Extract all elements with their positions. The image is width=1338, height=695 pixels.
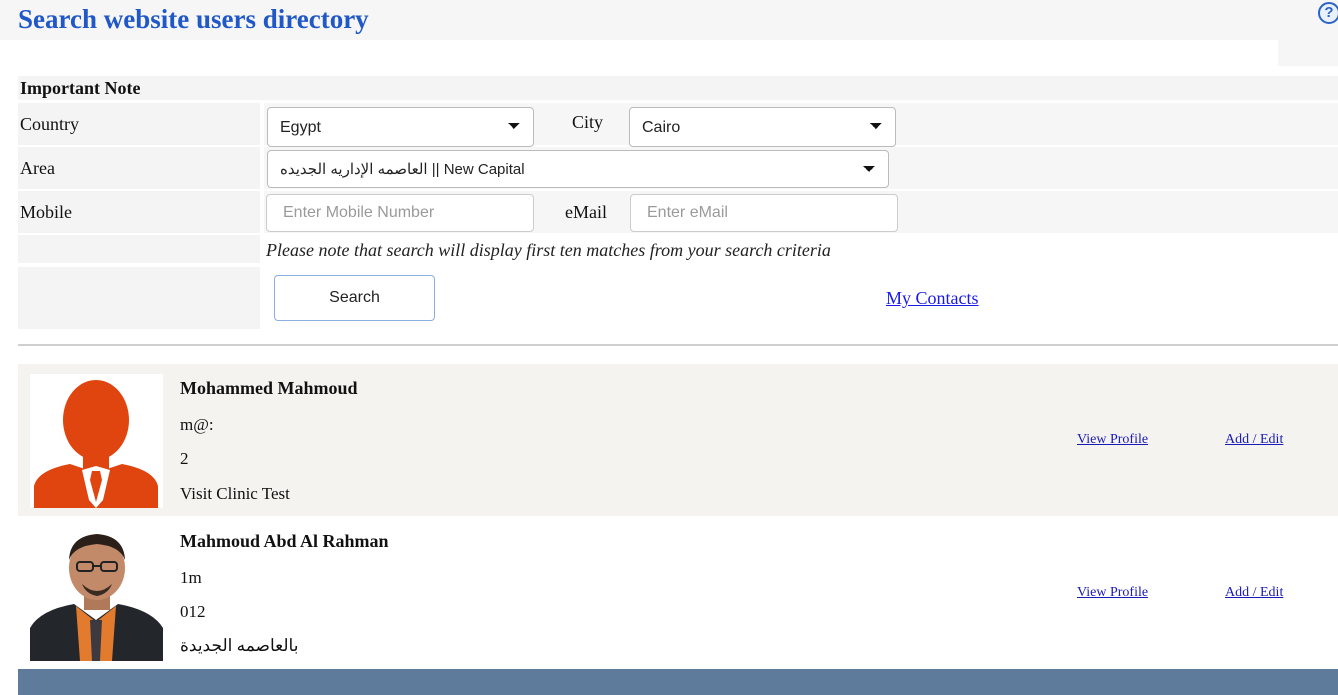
city-select[interactable]: Cairo	[629, 107, 896, 147]
user-email: m@:	[180, 415, 214, 434]
user-photo[interactable]	[30, 524, 163, 661]
search-row	[18, 267, 1338, 329]
help-icon[interactable]: ?	[1318, 2, 1338, 24]
search-button[interactable]: Search	[274, 275, 435, 321]
area-select[interactable]: العاصمه الإداريه الجديده || New Capital	[267, 150, 889, 188]
city-label: City	[572, 112, 604, 132]
view-profile-link[interactable]: View Profile	[1077, 432, 1148, 448]
email-label: eMail	[565, 202, 607, 222]
area-label: Area	[20, 158, 55, 178]
user-mobile: 012	[180, 602, 206, 621]
user-mobile: 2	[180, 449, 189, 468]
area-row: Area العاصمه الإداريه الجديده || New Cap…	[18, 147, 1338, 191]
country-label: Country	[20, 114, 80, 134]
mobile-email-row: Mobile eMail	[18, 191, 1338, 235]
result-row: Mahmoud Abd Al Rahman 1m 012 بالعاصمه ال…	[18, 517, 1338, 669]
user-clinic: Visit Clinic Test	[180, 484, 290, 503]
divider	[18, 344, 1338, 346]
user-name: Mohammed Mahmoud	[180, 378, 358, 398]
my-contacts-link[interactable]: My Contacts	[886, 288, 979, 309]
footer-bar	[18, 669, 1338, 695]
important-note-title: Important Note	[20, 78, 141, 98]
default-user-avatar[interactable]	[30, 374, 163, 508]
country-city-row: Country Egypt City Cairo	[18, 103, 1338, 147]
add-edit-link[interactable]: Add / Edit	[1225, 585, 1283, 601]
result-row: Mohammed Mahmoud m@: 2 Visit Clinic Test…	[18, 364, 1338, 516]
view-profile-link[interactable]: View Profile	[1077, 585, 1148, 601]
search-hint: Please note that search will display fir…	[266, 240, 831, 260]
page-title: Search website users directory	[18, 4, 369, 34]
add-edit-link[interactable]: Add / Edit	[1225, 432, 1283, 448]
title-bar-extension	[1278, 40, 1338, 66]
user-clinic: بالعاصمه الجديدة	[180, 636, 299, 655]
mobile-label: Mobile	[20, 202, 72, 222]
country-select[interactable]: Egypt	[267, 107, 534, 147]
mobile-input[interactable]	[266, 194, 534, 232]
user-name: Mahmoud Abd Al Rahman	[180, 531, 389, 551]
email-input[interactable]	[630, 194, 898, 232]
important-note-row: Important Note	[18, 76, 1338, 100]
user-email: 1m	[180, 568, 202, 587]
